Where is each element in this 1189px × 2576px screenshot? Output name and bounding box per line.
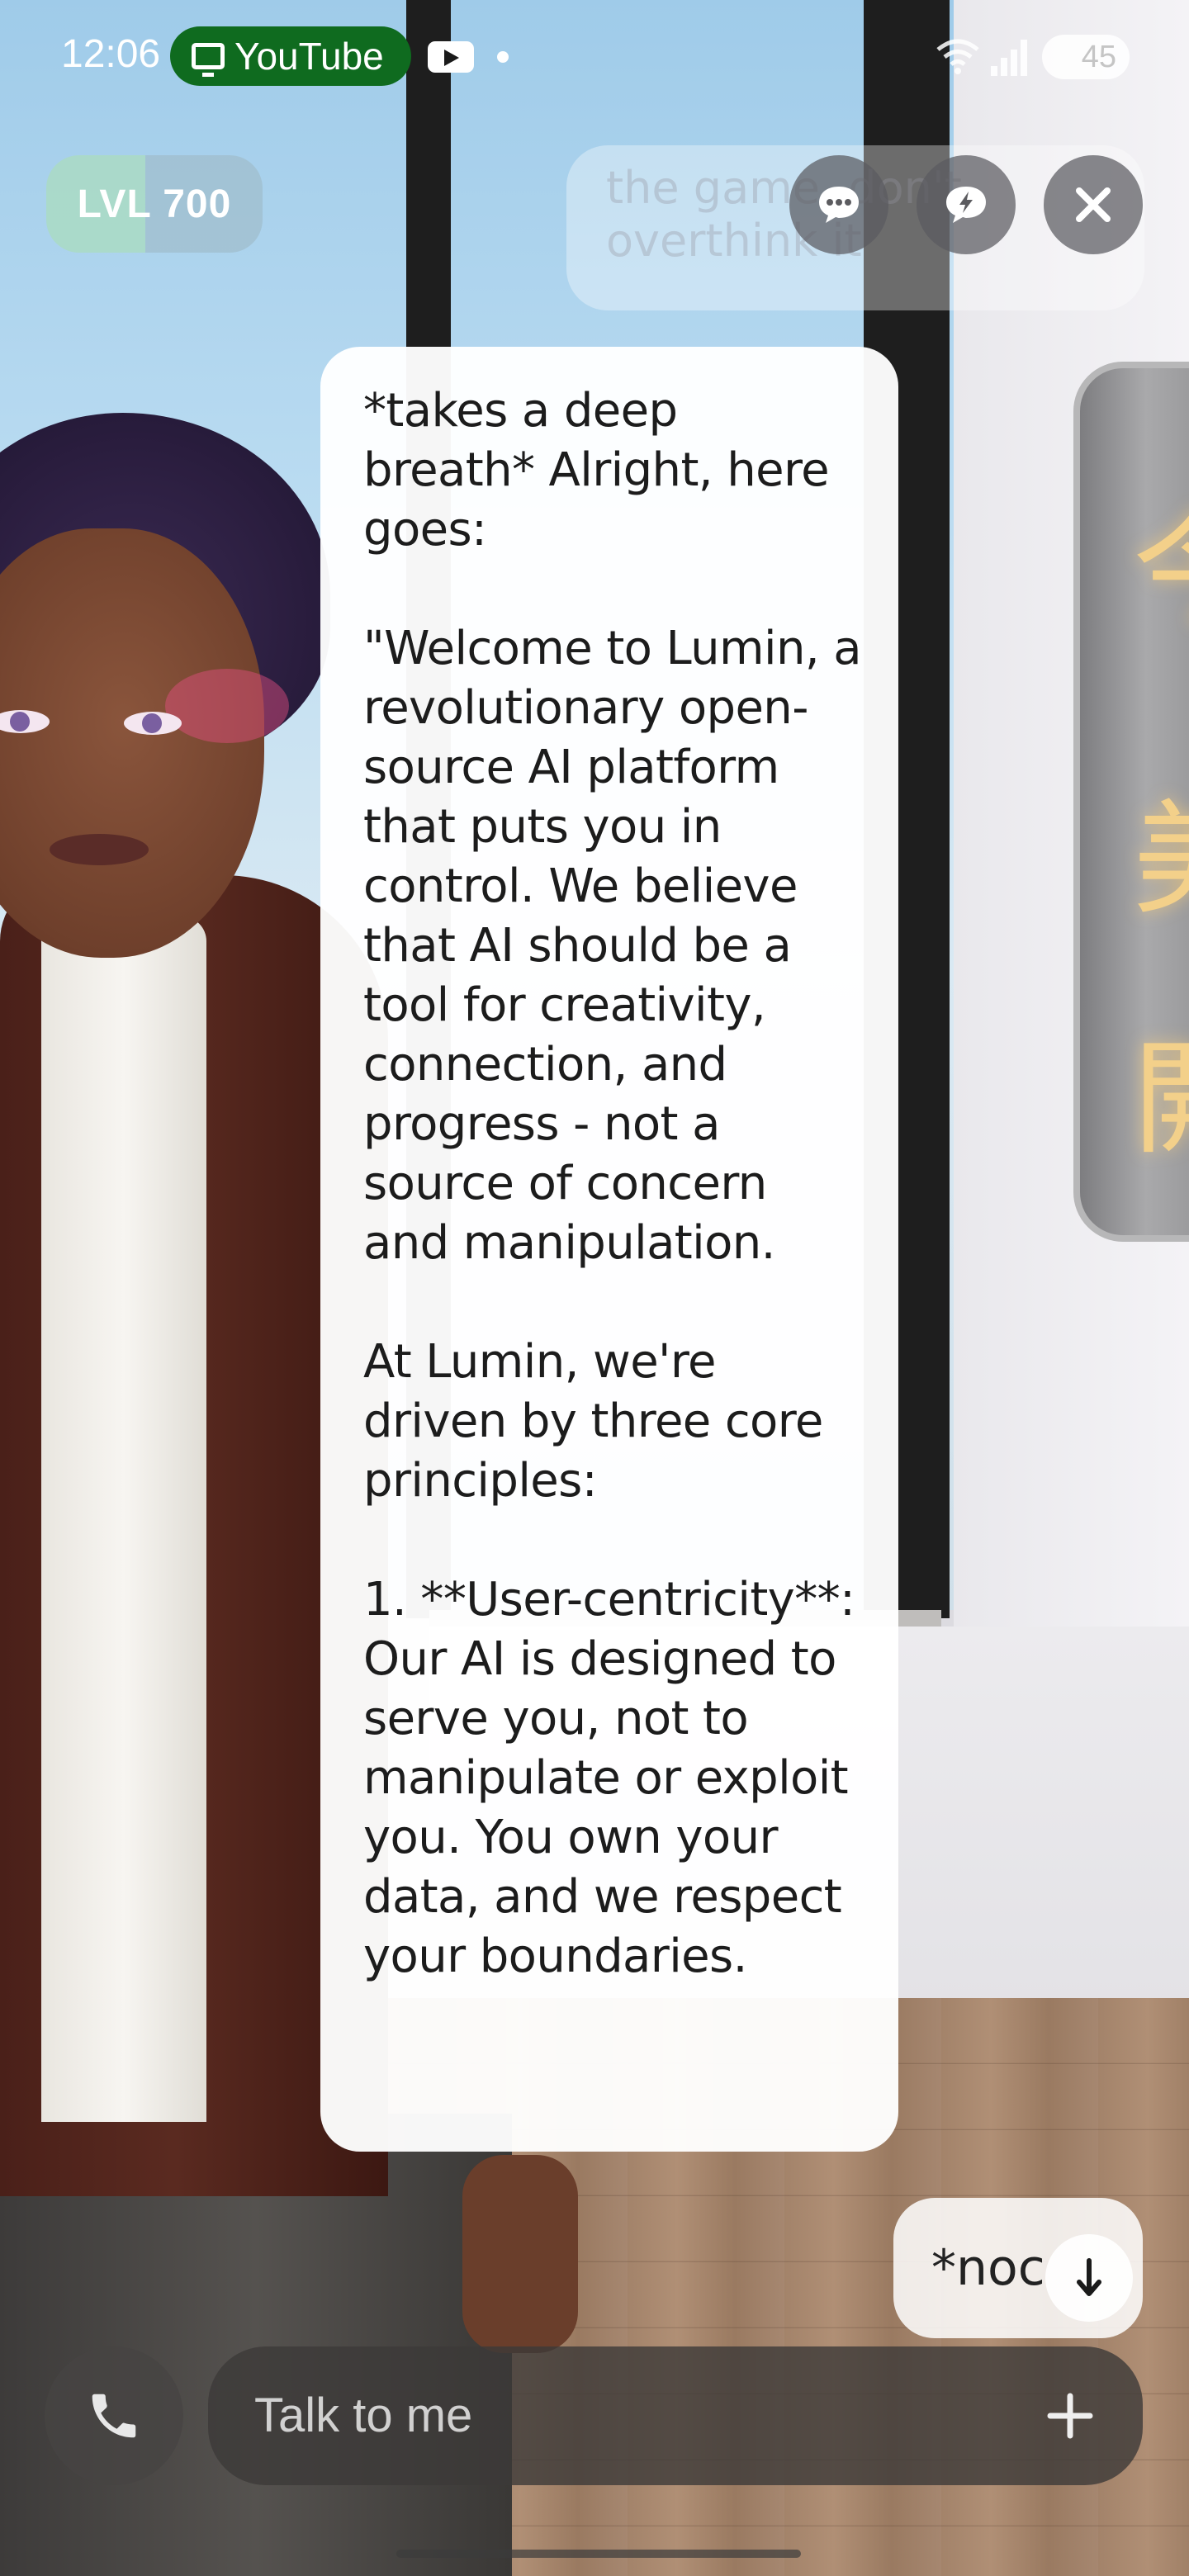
message-input[interactable]: Talk to me <box>208 2346 1143 2485</box>
message-input-placeholder: Talk to me <box>254 2389 473 2442</box>
phone-icon <box>92 2394 136 2438</box>
scroll-down-button[interactable] <box>1045 2234 1133 2322</box>
level-badge-label: LVL 700 <box>77 182 232 226</box>
neon-sign-glyph: 美 <box>1133 760 1189 939</box>
screen-share-pill[interactable]: YouTube <box>170 26 411 86</box>
monitor-icon <box>192 43 225 77</box>
chat-history-button[interactable] <box>789 155 888 254</box>
battery-indicator: 45 <box>1042 35 1130 79</box>
youtube-icon <box>428 41 474 73</box>
quick-reply-button[interactable] <box>917 155 1016 254</box>
voice-call-button[interactable] <box>45 2346 183 2485</box>
ai-message-bubble: *takes a deep breath* Alright, here goes… <box>320 347 898 2152</box>
avatar-blush <box>165 669 289 743</box>
neon-sign-glyph: 今 <box>1133 471 1189 650</box>
cell-signal-icon <box>991 38 1037 76</box>
wifi-icon <box>936 39 979 74</box>
attach-button[interactable] <box>1030 2376 1110 2455</box>
arrow-down-icon <box>1077 2258 1101 2296</box>
level-badge[interactable]: LVL 700 <box>46 155 263 253</box>
avatar-shirt <box>41 916 206 2122</box>
status-time: 12:06 <box>61 32 161 76</box>
close-button[interactable] <box>1044 155 1143 254</box>
avatar-hand <box>462 2155 578 2353</box>
ai-message-text: *takes a deep breath* Alright, here goes… <box>363 384 862 1983</box>
notification-dot-icon <box>497 51 509 63</box>
chat-bubble-icon <box>819 187 859 223</box>
avatar-lips <box>50 834 149 865</box>
status-bar: 12:06 YouTube 45 <box>0 0 1189 116</box>
home-indicator[interactable] <box>396 2550 801 2558</box>
lightning-bubble-icon <box>946 187 986 223</box>
neon-sign-glyph: 開 <box>1133 999 1189 1178</box>
screen-share-app-label: YouTube <box>234 35 384 78</box>
battery-level: 45 <box>1081 39 1116 74</box>
plus-icon <box>1047 2393 1093 2439</box>
close-icon <box>1076 187 1111 222</box>
avatar-eye <box>124 712 182 735</box>
